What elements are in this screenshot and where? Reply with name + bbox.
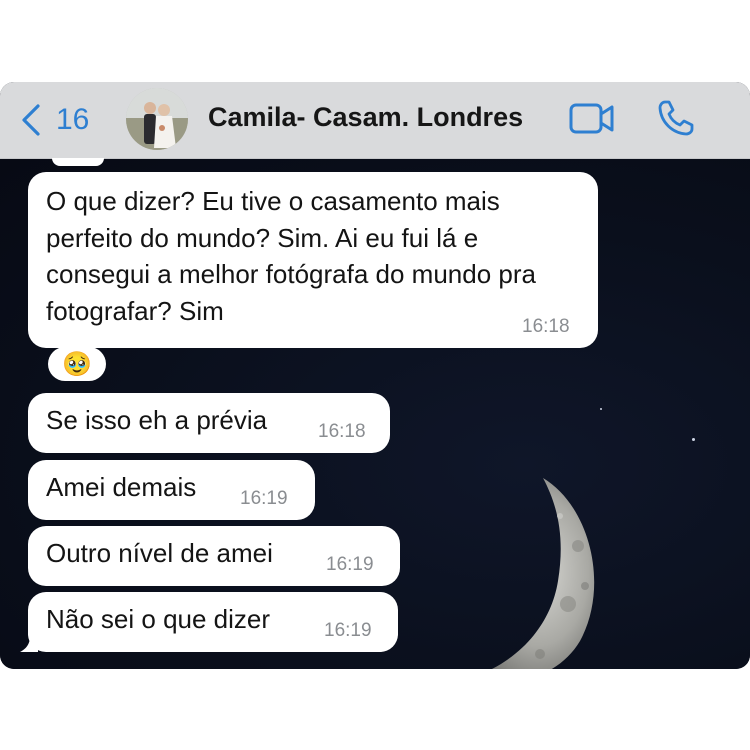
- avatar[interactable]: [126, 88, 188, 150]
- star: [600, 408, 602, 410]
- previous-message-edge: [52, 158, 104, 166]
- message-text: Outro nível de amei: [46, 538, 273, 568]
- phone-icon[interactable]: [656, 98, 696, 138]
- chat-header: 16 Camila- Casam. Londres: [0, 82, 750, 159]
- message-time: 16:18: [318, 421, 366, 442]
- pleading-face-emoji: 🥹: [62, 350, 92, 378]
- star: [692, 438, 695, 441]
- unread-count: 16: [56, 103, 90, 136]
- video-camera-icon[interactable]: [568, 100, 616, 138]
- message-bubble[interactable]: O que dizer? Eu tive o casamento mais pe…: [28, 172, 598, 348]
- message-text: O que dizer? Eu tive o casamento mais pe…: [46, 186, 536, 326]
- reaction-badge[interactable]: 🥹: [48, 347, 106, 381]
- message-bubble[interactable]: Outro nível de amei 16:19: [28, 526, 400, 586]
- message-text: Não sei o que dizer: [46, 604, 271, 634]
- message-time: 16:19: [324, 620, 372, 641]
- message-bubble[interactable]: Amei demais 16:19: [28, 460, 315, 520]
- bubble-tail: [20, 636, 38, 652]
- chevron-left-icon: [22, 104, 40, 136]
- message-bubble[interactable]: Se isso eh a prévia 16:18: [28, 393, 390, 453]
- message-bubble[interactable]: Não sei o que dizer 16:19: [28, 592, 398, 652]
- contact-name[interactable]: Camila- Casam. Londres: [208, 102, 523, 133]
- message-text: Se isso eh a prévia: [46, 405, 268, 435]
- message-time: 16:18: [522, 316, 570, 337]
- crescent-moon: [491, 478, 595, 669]
- message-time: 16:19: [240, 488, 288, 509]
- message-time: 16:19: [326, 554, 374, 575]
- back-button[interactable]: 16: [20, 100, 89, 140]
- message-text: Amei demais: [46, 472, 197, 502]
